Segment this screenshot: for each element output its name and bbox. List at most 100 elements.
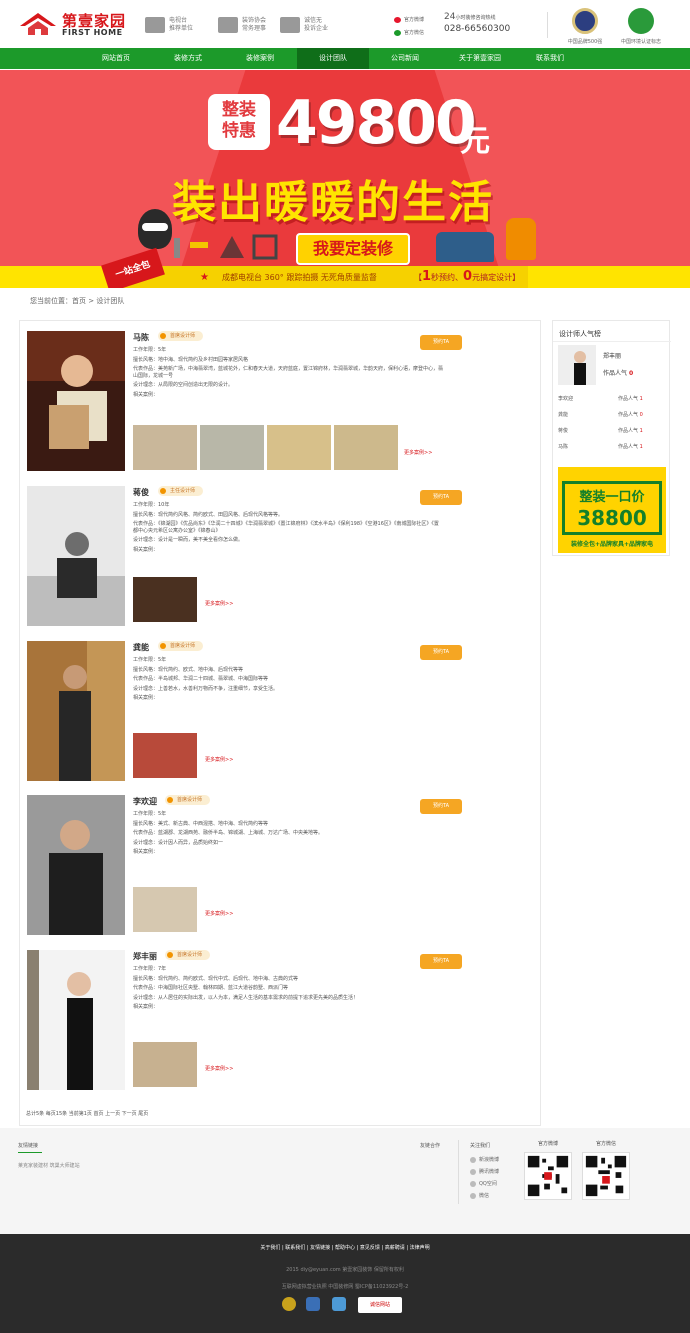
copyright: 2015 diy@eyuan.com 第壹家园装饰 保留所有权利 — [286, 1267, 404, 1273]
site-logo[interactable]: 第壹家园 FIRST HOME — [20, 10, 132, 38]
qzone-icon — [470, 1180, 476, 1187]
wechat-link[interactable]: 官方微信 — [394, 27, 424, 40]
designer-photo[interactable] — [27, 641, 125, 781]
friend-links[interactable]: 莱克家装建材 筑巢大师建站 — [18, 1162, 80, 1169]
designer-cases-label: 相关案例： — [133, 849, 159, 855]
net-police-icon[interactable] — [306, 1297, 320, 1311]
designer-works: 代表作品：《锦湖园》《优品尚东》《华润二十四城》《华润翡翠城》《置江锦府林》《滨… — [133, 521, 439, 534]
strip-text: 成都电视台 360° 跟踪拍摄 无死角质量监督 — [222, 273, 377, 282]
case-thumb[interactable] — [267, 425, 331, 470]
more-cases-link[interactable]: 更多案例>> — [205, 1065, 233, 1072]
wechat-label: 官方微信 — [404, 30, 425, 36]
designer-cases-label: 相关案例： — [133, 391, 159, 398]
more-cases-link[interactable]: 更多案例>> — [404, 449, 432, 456]
shield-icon[interactable] — [332, 1297, 346, 1311]
designer-idea: 设计理念：设计因人而异，品质始终如一 — [133, 839, 224, 846]
friend-links-underline — [18, 1152, 42, 1153]
follow-tencent[interactable]: 腾讯微博 — [470, 1168, 499, 1175]
case-thumb[interactable] — [334, 425, 398, 470]
more-cases-link[interactable]: 更多案例>> — [205, 756, 233, 763]
rank-name: 马陈 — [558, 444, 569, 450]
nav-design-team[interactable]: 设计团队 — [297, 48, 369, 69]
police-badge-icon[interactable] — [282, 1297, 296, 1311]
case-thumb[interactable] — [200, 425, 264, 470]
brand-cert: 中国品牌500强 — [558, 8, 612, 45]
nav-cases[interactable]: 装修案例 — [224, 48, 296, 69]
designer-name[interactable]: 马陈 — [133, 332, 149, 343]
designer-photo[interactable] — [27, 331, 125, 471]
designer-works: 代表作品：蓝湖郡、龙湖西苑、融侨半岛、锦城湖、上海城、万达广场、中央美地等。 — [133, 830, 324, 836]
designer-style: 擅长风格：美式、新古典、中西混搭、地中海、现代简约等等 — [133, 820, 269, 827]
case-thumb[interactable] — [133, 1042, 197, 1087]
follow-title: 关注我们 — [470, 1143, 491, 1149]
more-cases-link[interactable]: 更多案例>> — [205, 910, 233, 917]
trusted-site-badge[interactable]: 诚信网站 — [358, 1297, 402, 1313]
qr2-label: 官方微信 — [595, 1141, 616, 1147]
promo-unit: 元 — [460, 124, 490, 159]
case-thumbs — [133, 1042, 203, 1087]
chair-icon — [506, 218, 536, 260]
rank-value: 1 — [639, 428, 643, 434]
footer-divider — [458, 1140, 459, 1204]
sidebar-divider — [553, 341, 671, 342]
designer-photo[interactable] — [27, 486, 125, 626]
more-cases-link[interactable]: 更多案例>> — [205, 600, 233, 607]
designer-card: 郑丰丽 首席设计师 预约TA 工作年限：7年 擅长风格：现代简约、简约欧式、现代… — [20, 940, 542, 1094]
nav-contact[interactable]: 联系我们 — [514, 48, 586, 69]
designer-card: 蒋俊 主任设计师 预约TA 工作年限：10年 擅长风格：现代简约风格、简约欧式、… — [20, 476, 542, 630]
designer-info: 工作年限：5年 擅长风格：美式、新古典、中西混搭、地中海、现代简约等等 代表作品… — [133, 811, 443, 859]
designer-card: 龚能 首席设计师 预约TA 工作年限：5年 擅长风格：现代简约、欧式、地中海、后… — [20, 631, 542, 785]
strip-word2: 元搞定设计 — [472, 273, 513, 282]
case-thumb[interactable] — [133, 887, 197, 932]
follow-weibo[interactable]: 新浪微博 — [470, 1156, 499, 1163]
designer-name[interactable]: 蒋俊 — [133, 487, 149, 498]
footer-links[interactable]: 关于我们 | 联系我们 | 友情链接 | 帮助中心 | 意见反馈 | 高薪聘请 … — [0, 1244, 690, 1251]
designer-idea: 设计理念：设计是一瞬而，美不美全看你怎么做。 — [133, 537, 244, 543]
rank-label: 作品人气 — [618, 444, 639, 450]
nav-about[interactable]: 关于第壹家园 — [442, 48, 518, 69]
book-decor-button[interactable]: 我要定装修 — [296, 233, 410, 265]
package-ad[interactable]: 整装一口价 38800 装修全包+品牌家具+品牌家电 — [558, 467, 666, 553]
follow-wechat[interactable]: 微信 — [470, 1192, 489, 1199]
case-thumb[interactable] — [133, 577, 197, 622]
top-designer-name[interactable]: 郑丰丽 — [603, 351, 621, 360]
designer-style: 擅长风格：现代简约风格、简约欧式、田园风格、后现代风格等等。 — [133, 511, 284, 518]
follow-qzone[interactable]: QQ空间 — [470, 1180, 497, 1187]
designer-photo[interactable] — [27, 950, 125, 1090]
nav-news[interactable]: 公司新闻 — [369, 48, 441, 69]
hotline-hours: 24 — [444, 12, 456, 22]
designer-idea: 设计理念：从人居住的实际出发，以人为本，满足人生活的基本需求的前提下追求更先美的… — [133, 994, 359, 1001]
designer-photo[interactable] — [27, 795, 125, 935]
rank-value: 1 — [639, 396, 643, 402]
wechat-qr-code — [582, 1152, 630, 1200]
designer-idea: 设计理念：上善若水，水善利万物而不争，注重细节，享受生活。 — [133, 685, 279, 692]
nav-home[interactable]: 网站首页 — [80, 48, 152, 69]
env-cert-icon — [628, 8, 654, 34]
designer-title-badge: 首席设计师 — [165, 950, 211, 960]
weibo-label: 官方微博 — [404, 17, 425, 23]
designer-style: 擅长风格：现代简约、欧式、地中海、后现代等等 — [133, 666, 244, 673]
friend-links-title: 友情链接 — [18, 1143, 39, 1149]
pagination[interactable]: 总计5条 每页15条 当前第1页 首页 上一页 下一页 尾页 — [26, 1110, 148, 1117]
designer-name[interactable]: 郑丰丽 — [133, 951, 157, 962]
case-thumb[interactable] — [133, 425, 197, 470]
promo-banner[interactable]: 整装 特惠 49800 元 装出暖暖的生活 我要定装修 一站全包 ★ 成都电视台… — [0, 70, 690, 288]
designer-name[interactable]: 龚能 — [133, 642, 149, 653]
designer-info: 工作年限：10年 擅长风格：现代简约风格、简约欧式、田园风格、后现代风格等等。 … — [133, 502, 443, 556]
partner-link[interactable]: 友链合作 — [420, 1142, 440, 1149]
designer-info: 工作年限：5年 擅长风格：现代简约、欧式、地中海、后现代等等 代表作品：半岛城邦… — [133, 657, 443, 705]
pop-value: 0 — [628, 370, 634, 377]
designer-list: 马陈 首席设计师 预约TA 工作年限：5年 擅长风格：地中海、现代简约及乡村田园… — [19, 320, 541, 1126]
designer-cases-label: 相关案例： — [133, 695, 159, 701]
designer-info: 工作年限：7年 擅长风格：现代简约、简约欧式、现代中式、后现代、地中海、古典的式… — [133, 966, 443, 1014]
follow-label: 新浪微博 — [479, 1157, 500, 1163]
case-thumb[interactable] — [133, 733, 197, 778]
promo-price: 49800 — [276, 88, 477, 158]
cartoon-worker-icon — [138, 209, 172, 249]
weibo-link[interactable]: 官方微博 — [394, 14, 424, 27]
designer-name[interactable]: 李欢迎 — [133, 796, 157, 807]
nav-decor-methods[interactable]: 装修方式 — [152, 48, 224, 69]
cert-label: 中国品牌500强 — [567, 39, 603, 45]
top-designer-avatar[interactable] — [558, 345, 596, 385]
designer-years: 工作年限：5年 — [133, 657, 167, 663]
